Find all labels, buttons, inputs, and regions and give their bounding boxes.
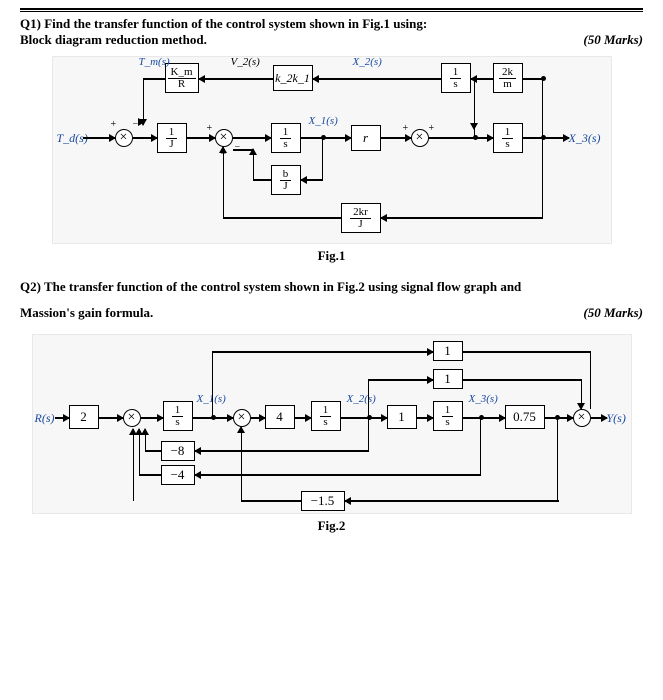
- fig1-input: T_d(s): [57, 131, 88, 146]
- block-k2k1: k_2k_1: [273, 65, 313, 91]
- label-X2: X_2(s): [353, 56, 382, 68]
- f2-x2: X_2(s): [347, 393, 376, 405]
- block-1-over-J: 1J: [157, 123, 187, 153]
- q1-header: Q1) Find the transfer function of the co…: [20, 16, 643, 32]
- fig2-diagram: R(s) 2 × 1s X_1(s) × 4 1s X_2(s) 1 1s X_…: [32, 334, 632, 514]
- ff-1a: 1: [433, 341, 463, 361]
- sum2-plus: +: [207, 123, 213, 134]
- label-Tm: T_m(s): [139, 56, 170, 68]
- fb-m4: −4: [161, 465, 195, 485]
- q1-marks: (50 Marks): [583, 32, 643, 48]
- fig1-diagram: K_mR T_m(s) V_2(s) k_2k_1 X_2(s) 1s 2km …: [52, 56, 612, 244]
- block-1: 1: [387, 405, 417, 429]
- sum3-plusR: +: [429, 123, 435, 134]
- fig2-caption: Fig.2: [20, 518, 643, 534]
- q2-line1: Q2) The transfer function of the control…: [20, 274, 643, 300]
- f2-1s-c: 1s: [433, 401, 463, 431]
- q1-line2: Block diagram reduction method.: [20, 32, 207, 48]
- fig2-output: Y(s): [607, 411, 626, 426]
- f2-1s-a: 1s: [163, 401, 193, 431]
- fig1-output: X_3(s): [569, 131, 601, 146]
- f2-x3: X_3(s): [469, 393, 498, 405]
- sum1: ×: [115, 129, 133, 147]
- sum1-plus: +: [111, 119, 117, 130]
- q2-text: Q2) The transfer function of the control…: [20, 274, 643, 326]
- fig1-caption: Fig.1: [20, 248, 643, 264]
- block-2k-over-m: 2km: [493, 63, 523, 93]
- top-rule: [20, 8, 643, 12]
- q1-line1: Q1) Find the transfer function of the co…: [20, 16, 427, 32]
- sum3: ×: [411, 129, 429, 147]
- block-2: 2: [69, 405, 99, 429]
- sum2: ×: [215, 129, 233, 147]
- fb-m15: −1.5: [301, 491, 345, 511]
- label-V2: V_2(s): [231, 56, 260, 68]
- block-r: r: [351, 125, 381, 151]
- ff-1b: 1: [433, 369, 463, 389]
- block-b-over-J: bJ: [271, 165, 301, 195]
- f2-sum2: ×: [233, 409, 251, 427]
- f2-1s-b: 1s: [311, 401, 341, 431]
- sum2-minus2: −: [235, 142, 241, 153]
- fb-m8: −8: [161, 441, 195, 461]
- block-1-over-s-right: 1s: [493, 123, 523, 153]
- block-2kr-over-J: 2krJ: [341, 203, 381, 233]
- fig2-input: R(s): [35, 411, 55, 426]
- f2-sum1: ×: [123, 409, 141, 427]
- f2-sumY: ×: [573, 409, 591, 427]
- block-1-over-s-mid: 1s: [271, 123, 301, 153]
- label-X1: X_1(s): [309, 115, 338, 127]
- q2-line2: Massion's gain formula.: [20, 300, 153, 326]
- block-075: 0.75: [505, 405, 545, 429]
- q2-marks: (50 Marks): [583, 300, 643, 326]
- block-4: 4: [265, 405, 295, 429]
- q1-header-line2: Block diagram reduction method. (50 Mark…: [20, 32, 643, 48]
- block-1-over-s-top: 1s: [441, 63, 471, 93]
- sum3-plusL: +: [403, 123, 409, 134]
